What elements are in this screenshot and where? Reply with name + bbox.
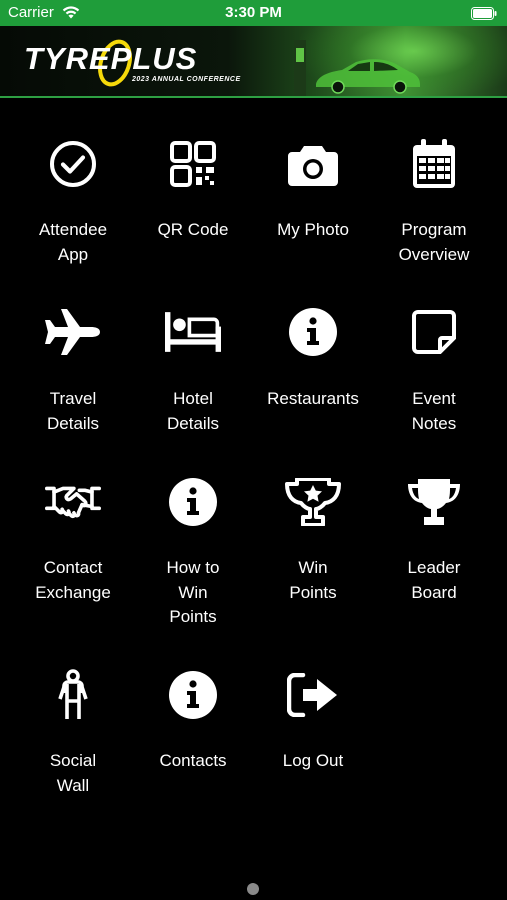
menu-tile-label: My Photo — [277, 220, 349, 239]
check-circle-icon[interactable] — [45, 136, 101, 192]
menu-tile-label: Social Wall — [49, 751, 97, 795]
menu-tile-label: Contact Exchange — [35, 558, 111, 602]
battery-icon — [471, 7, 497, 20]
menu-tile-label: Program Overview — [398, 220, 470, 264]
car-graphic — [316, 59, 420, 94]
info-icon[interactable] — [285, 304, 341, 360]
info-icon[interactable] — [165, 474, 221, 530]
bed-icon[interactable] — [165, 304, 221, 360]
sign-out-icon[interactable] — [285, 667, 341, 723]
calendar-icon[interactable] — [406, 136, 462, 192]
menu-tile-label: How to Win Points — [166, 558, 220, 626]
menu-tile-label: Log Out — [282, 751, 344, 770]
trophy-star-icon[interactable] — [285, 474, 341, 530]
sticky-note-icon[interactable] — [406, 304, 462, 360]
handshake-icon[interactable] — [45, 474, 101, 530]
status-time: 3:30 PM — [225, 4, 282, 21]
camera-icon[interactable] — [285, 136, 341, 192]
info-icon[interactable] — [165, 667, 221, 723]
menu-tile-label: Attendee App — [38, 220, 108, 264]
menu-tile-label: Win Points — [289, 558, 337, 602]
menu-tile-label: Travel Details — [47, 389, 99, 433]
qr-code-icon[interactable] — [165, 136, 221, 192]
charger-graphic — [294, 40, 306, 96]
brand-logo-text: TYREPLUS — [24, 41, 198, 76]
menu-tile-label: Hotel Details — [167, 389, 219, 433]
menu-tile-label: Contacts — [159, 751, 227, 770]
banner-subtitle: 2023 ANNUAL CONFERENCE — [132, 76, 241, 83]
person-icon[interactable] — [45, 667, 101, 723]
menu-tile-label: QR Code — [157, 220, 229, 239]
status-bar: Carrier 3:30 PM — [0, 0, 507, 26]
menu-tile-label: Leader Board — [407, 558, 461, 602]
menu-tile-label: Restaurants — [267, 389, 359, 408]
plane-icon[interactable] — [45, 304, 101, 360]
trophy-icon[interactable] — [406, 474, 462, 530]
menu-tile-label: Event Notes — [411, 389, 457, 433]
conference-banner: TYREPLUS 2023 ANNUAL CONFERENCE — [0, 26, 507, 98]
page-indicator-dot[interactable] — [247, 883, 259, 895]
